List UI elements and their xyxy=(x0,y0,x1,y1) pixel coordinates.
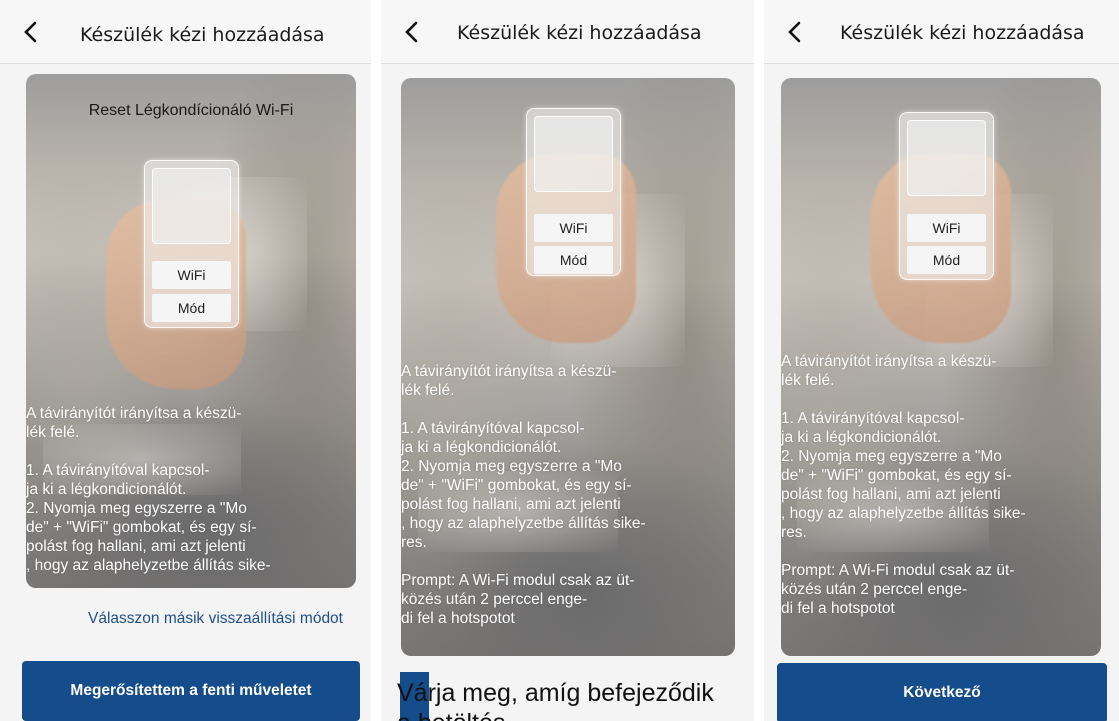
remote-illustration: WiFi Mód xyxy=(899,112,994,280)
app-header: Készülék kézi hozzáadása xyxy=(764,0,1119,64)
remote-wifi-button: WiFi xyxy=(152,261,231,289)
chevron-left-icon xyxy=(24,21,37,43)
remote-mode-button: Mód xyxy=(534,246,613,274)
chevron-left-icon xyxy=(788,21,801,43)
instruction-text: A távirányítót irányítsa a készü- lék fe… xyxy=(401,363,646,627)
instruction-text: A távirányítót irányítsa a készü- lék fe… xyxy=(781,353,1026,617)
loading-message: Várja meg, amíg befejeződik a betöltés xyxy=(397,679,714,721)
confirm-button[interactable]: Megerősítettem a fenti műveletet xyxy=(22,661,360,721)
remote-mode-button: Mód xyxy=(907,246,986,274)
chevron-left-icon xyxy=(405,21,418,43)
back-button[interactable] xyxy=(399,18,425,46)
page-title: Készülék kézi hozzáadása xyxy=(457,22,702,44)
remote-mode-button: Mód xyxy=(152,294,231,322)
remote-screen xyxy=(907,120,986,196)
screen-loading: Készülék kézi hozzáadása WiFi Mód A távi… xyxy=(381,0,754,721)
page-title: Készülék kézi hozzáadása xyxy=(80,24,325,46)
remote-screen xyxy=(534,116,613,192)
remote-wifi-button: WiFi xyxy=(907,214,986,242)
instruction-card: Reset Légkondícionáló Wi-Fi WiFi Mód A t… xyxy=(26,74,356,588)
page-title: Készülék kézi hozzáadása xyxy=(840,22,1085,44)
other-reset-method-link[interactable]: Válasszon másik visszaállítási módot xyxy=(88,610,343,628)
instruction-card: WiFi Mód A távirányítót irányítsa a kész… xyxy=(401,78,735,656)
instruction-text: A távirányítót irányítsa a készü- lék fe… xyxy=(26,405,271,574)
screen-next-step: Készülék kézi hozzáadása WiFi Mód A távi… xyxy=(764,0,1119,721)
remote-illustration: WiFi Mód xyxy=(144,160,239,328)
card-title: Reset Légkondícionáló Wi-Fi xyxy=(88,102,294,119)
screen-reset-instructions: Készülék kézi hozzáadása Reset Légkondíc… xyxy=(0,0,371,721)
remote-screen xyxy=(152,168,231,244)
back-button[interactable] xyxy=(18,18,44,46)
app-header: Készülék kézi hozzáadása xyxy=(0,0,371,64)
app-header: Készülék kézi hozzáadása xyxy=(381,0,754,64)
next-button[interactable]: Következő xyxy=(777,663,1107,721)
remote-illustration: WiFi Mód xyxy=(526,108,621,276)
back-button[interactable] xyxy=(782,18,808,46)
remote-wifi-button: WiFi xyxy=(534,214,613,242)
instruction-card: WiFi Mód A távirányítót irányítsa a kész… xyxy=(781,78,1101,656)
